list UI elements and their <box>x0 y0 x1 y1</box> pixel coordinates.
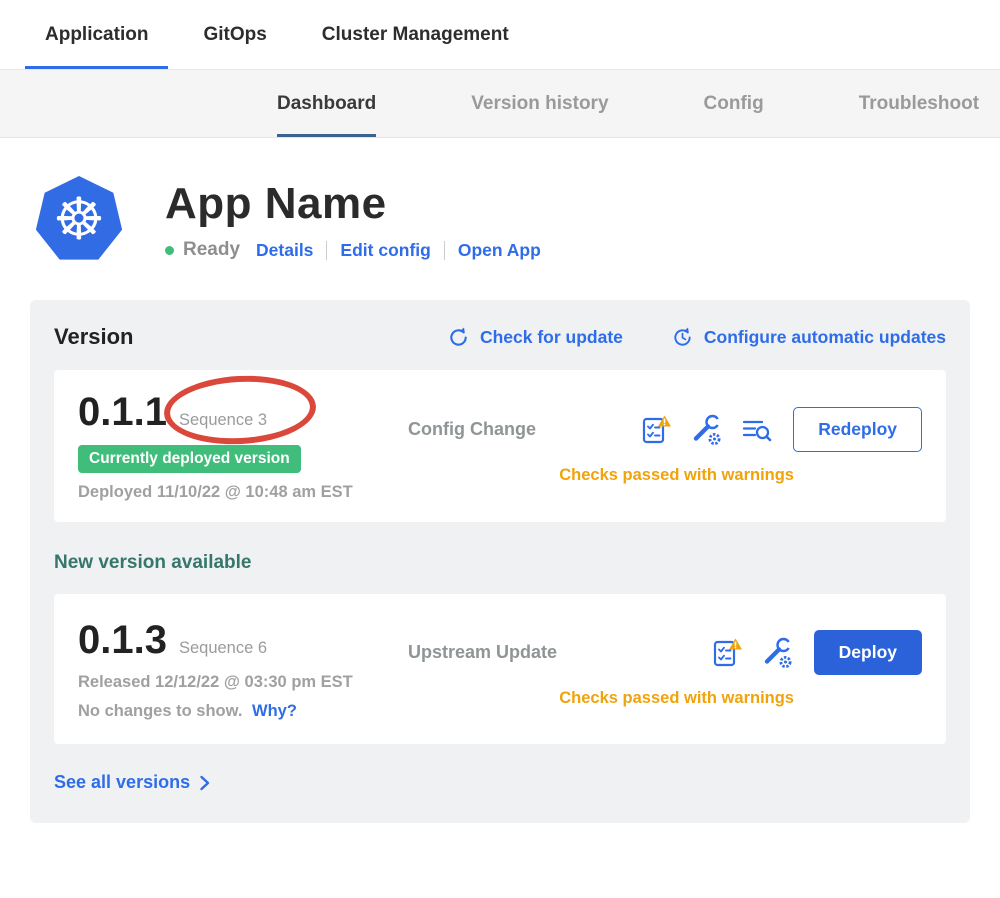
new-version-icons <box>710 636 794 670</box>
configure-automatic-updates-label: Configure automatic updates <box>704 327 946 348</box>
version-heading: Version <box>54 324 133 350</box>
config-wrench-gear-icon[interactable] <box>760 636 794 670</box>
tab-gitops[interactable]: GitOps <box>183 0 286 69</box>
why-link[interactable]: Why? <box>252 702 297 720</box>
tab-cluster-management[interactable]: Cluster Management <box>302 0 529 69</box>
open-app-link[interactable]: Open App <box>458 240 541 261</box>
kubernetes-logo: ☸ <box>35 176 123 264</box>
tab-troubleshoot[interactable]: Troubleshoot <box>859 70 979 137</box>
current-change-type: Config Change <box>408 419 598 440</box>
details-link[interactable]: Details <box>256 240 313 261</box>
chevron-right-icon <box>199 775 210 791</box>
tab-version-history[interactable]: Version history <box>471 70 608 137</box>
new-checks-status: Checks passed with warnings <box>408 689 922 708</box>
see-all-versions-label: See all versions <box>54 772 190 793</box>
page-title: App Name <box>165 179 541 229</box>
config-wrench-gear-icon[interactable] <box>689 413 723 447</box>
new-version-action-row: Upstream Update <box>408 630 922 675</box>
auto-update-clock-icon <box>671 326 694 349</box>
status-dot <box>165 246 174 255</box>
tab-config[interactable]: Config <box>704 70 764 137</box>
new-version-card: 0.1.3 Sequence 6 Released 12/12/22 @ 03:… <box>54 594 946 744</box>
new-version-sequence: Sequence 6 <box>179 639 267 658</box>
sub-nav: Dashboard Version history Config Trouble… <box>0 70 1000 138</box>
deploy-button[interactable]: Deploy <box>814 630 922 675</box>
current-version-info: 0.1.1 Sequence 3 Currently deployed vers… <box>78 390 408 502</box>
new-version-actions: Upstream Update <box>408 630 922 708</box>
current-version-line: 0.1.1 Sequence 3 <box>78 390 267 435</box>
red-annotation-ellipse <box>162 372 317 448</box>
edit-config-link[interactable]: Edit config <box>340 240 430 261</box>
current-version-card: 0.1.1 Sequence 3 Currently deployed vers… <box>54 370 946 522</box>
new-version-line: 0.1.3 Sequence 6 <box>78 618 267 663</box>
current-version-sequence: Sequence 3 <box>179 411 267 430</box>
no-changes-line: No changes to show. Why? <box>78 702 297 721</box>
status-label: Ready <box>183 239 240 261</box>
new-change-type: Upstream Update <box>408 642 598 663</box>
divider <box>326 241 327 260</box>
current-version-actions: Config Change <box>408 407 922 485</box>
app-header-text: App Name Ready Details Edit config Open … <box>165 179 541 261</box>
preflight-checklist-warning-icon[interactable] <box>710 636 744 670</box>
version-panel: Version Check for update Configure autom… <box>30 300 970 823</box>
no-changes-text: No changes to show. <box>78 702 242 720</box>
check-for-update-label: Check for update <box>480 327 623 348</box>
tab-application[interactable]: Application <box>25 0 168 69</box>
redeploy-button[interactable]: Redeploy <box>793 407 922 452</box>
app-header: ☸ App Name Ready Details Edit config Ope… <box>35 176 1000 264</box>
tab-dashboard[interactable]: Dashboard <box>277 70 376 137</box>
current-version-action-row: Config Change <box>408 407 922 452</box>
current-checks-status: Checks passed with warnings <box>408 466 922 485</box>
new-version-info: 0.1.3 Sequence 6 Released 12/12/22 @ 03:… <box>78 618 408 721</box>
currently-deployed-badge: Currently deployed version <box>78 445 301 473</box>
current-version-number: 0.1.1 <box>78 390 167 435</box>
new-version-number: 0.1.3 <box>78 618 167 663</box>
status-row: Ready Details Edit config Open App <box>165 239 541 261</box>
configure-automatic-updates-link[interactable]: Configure automatic updates <box>671 326 946 349</box>
preflight-checklist-warning-icon[interactable] <box>639 413 673 447</box>
new-version-heading: New version available <box>54 552 946 574</box>
helm-wheel-icon: ☸ <box>53 190 105 248</box>
view-files-search-icon[interactable] <box>739 413 773 447</box>
current-version-icons <box>639 413 773 447</box>
check-for-update-link[interactable]: Check for update <box>447 326 623 349</box>
refresh-icon <box>447 326 470 349</box>
version-panel-actions: Check for update Configure automatic upd… <box>447 326 946 349</box>
top-nav: Application GitOps Cluster Management <box>0 0 1000 70</box>
see-all-versions-link[interactable]: See all versions <box>54 772 210 793</box>
divider <box>444 241 445 260</box>
version-panel-header: Version Check for update Configure autom… <box>54 324 946 350</box>
released-date: Released 12/12/22 @ 03:30 pm EST <box>78 673 353 692</box>
deployed-date: Deployed 11/10/22 @ 10:48 am EST <box>78 483 353 502</box>
